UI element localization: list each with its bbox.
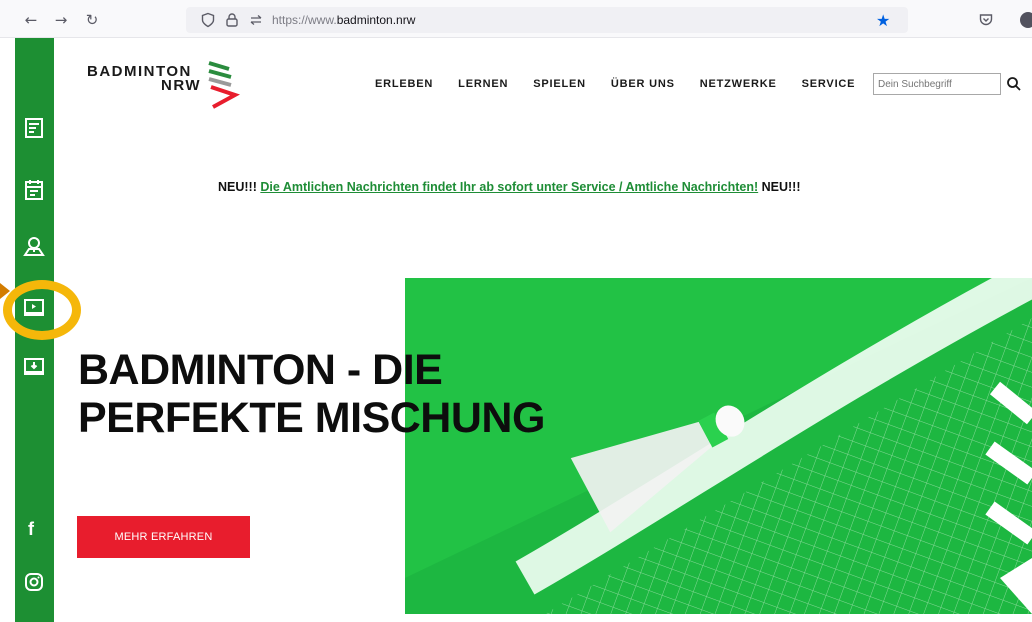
back-button[interactable]: ←	[22, 12, 40, 28]
reload-button[interactable]: ↻	[83, 12, 101, 28]
nav-item-erleben[interactable]: ERLEBEN	[375, 78, 433, 90]
more-info-button[interactable]: MEHR ERFAHREN	[77, 516, 250, 558]
logo-mark-icon	[208, 61, 240, 109]
address-bar[interactable]: https://www.badminton.nrw ★	[186, 7, 908, 33]
pointer-arrow	[0, 283, 10, 299]
facebook-icon[interactable]: f	[28, 519, 34, 540]
news-icon[interactable]	[22, 116, 46, 140]
bookmark-star-icon[interactable]: ★	[876, 11, 890, 30]
browser-toolbar: ← → ↻ https://www.badminton.nrw ★	[0, 0, 1032, 38]
highlight-circle	[3, 280, 81, 340]
search-input[interactable]	[873, 73, 1001, 95]
instagram-icon[interactable]	[22, 570, 46, 594]
main-navigation: ERLEBEN LERNEN SPIELEN ÜBER UNS NETZWERK…	[375, 78, 855, 90]
news-notice: NEU!!! Die Amtlichen Nachrichten findet …	[218, 180, 801, 194]
map-pin-icon[interactable]	[22, 234, 46, 258]
search-icon[interactable]	[1006, 76, 1022, 92]
site-logo[interactable]: BADMINTON NRW	[87, 61, 247, 113]
hero-image	[405, 278, 1032, 614]
pocket-icon[interactable]	[978, 12, 994, 28]
nav-item-lernen[interactable]: LERNEN	[458, 78, 508, 90]
nav-item-netzwerke[interactable]: NETZWERKE	[700, 78, 777, 90]
calendar-icon[interactable]	[22, 178, 46, 202]
nav-item-ueber-uns[interactable]: ÜBER UNS	[611, 78, 675, 90]
shield-icon[interactable]	[200, 12, 216, 28]
download-icon[interactable]	[22, 354, 46, 378]
logo-subtext: NRW	[161, 77, 202, 94]
hero-title: BADMINTON - DIE PERFEKTE MISCHUNG	[78, 346, 545, 442]
nav-item-service[interactable]: SERVICE	[802, 78, 856, 90]
url-text: https://www.badminton.nrw	[272, 13, 416, 27]
account-avatar[interactable]	[1020, 12, 1032, 28]
permissions-icon[interactable]	[248, 12, 264, 28]
forward-button[interactable]: →	[52, 12, 70, 28]
notice-link[interactable]: Die Amtlichen Nachrichten findet Ihr ab …	[260, 180, 758, 194]
nav-item-spielen[interactable]: SPIELEN	[533, 78, 586, 90]
lock-icon[interactable]	[224, 12, 240, 28]
